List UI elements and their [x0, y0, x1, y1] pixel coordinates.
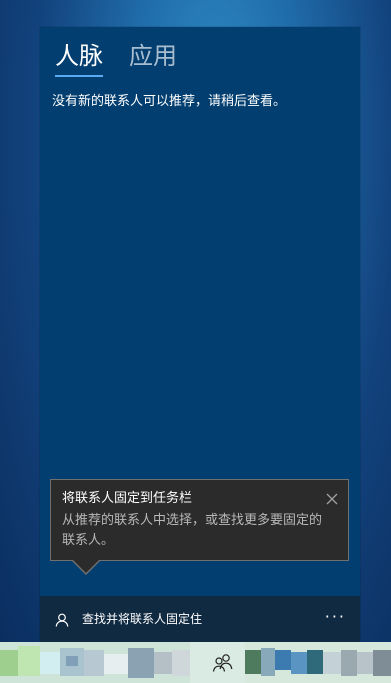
pin-contacts-tooltip: 将联系人固定到任务栏 从推荐的联系人中选择，或查找更多要固定的联系人。 — [50, 479, 349, 561]
close-icon[interactable] — [326, 490, 338, 505]
taskbar — [0, 642, 391, 683]
tooltip-body: 从推荐的联系人中选择，或查找更多要固定的联系人。 — [62, 513, 323, 548]
tooltip-arrow-fill — [73, 560, 99, 573]
tab-apps[interactable]: 应用 — [129, 41, 177, 75]
blurred-taskbar-region-right — [245, 642, 391, 683]
find-and-pin-label[interactable]: 查找并将联系人固定住 — [82, 611, 202, 627]
tooltip-title: 将联系人固定到任务栏 — [62, 491, 193, 506]
no-suggestions-message: 没有新的联系人可以推荐，请稍后查看。 — [52, 94, 287, 109]
blurred-taskbar-region-left — [0, 642, 190, 683]
tab-people[interactable]: 人脉 — [55, 41, 103, 77]
person-icon — [55, 612, 69, 627]
people-icon[interactable] — [211, 652, 235, 674]
tab-bar: 人脉 应用 — [55, 41, 177, 77]
more-options-button[interactable]: ··· — [325, 609, 346, 625]
find-and-pin-bar[interactable]: 查找并将联系人固定住 ··· — [40, 596, 360, 642]
